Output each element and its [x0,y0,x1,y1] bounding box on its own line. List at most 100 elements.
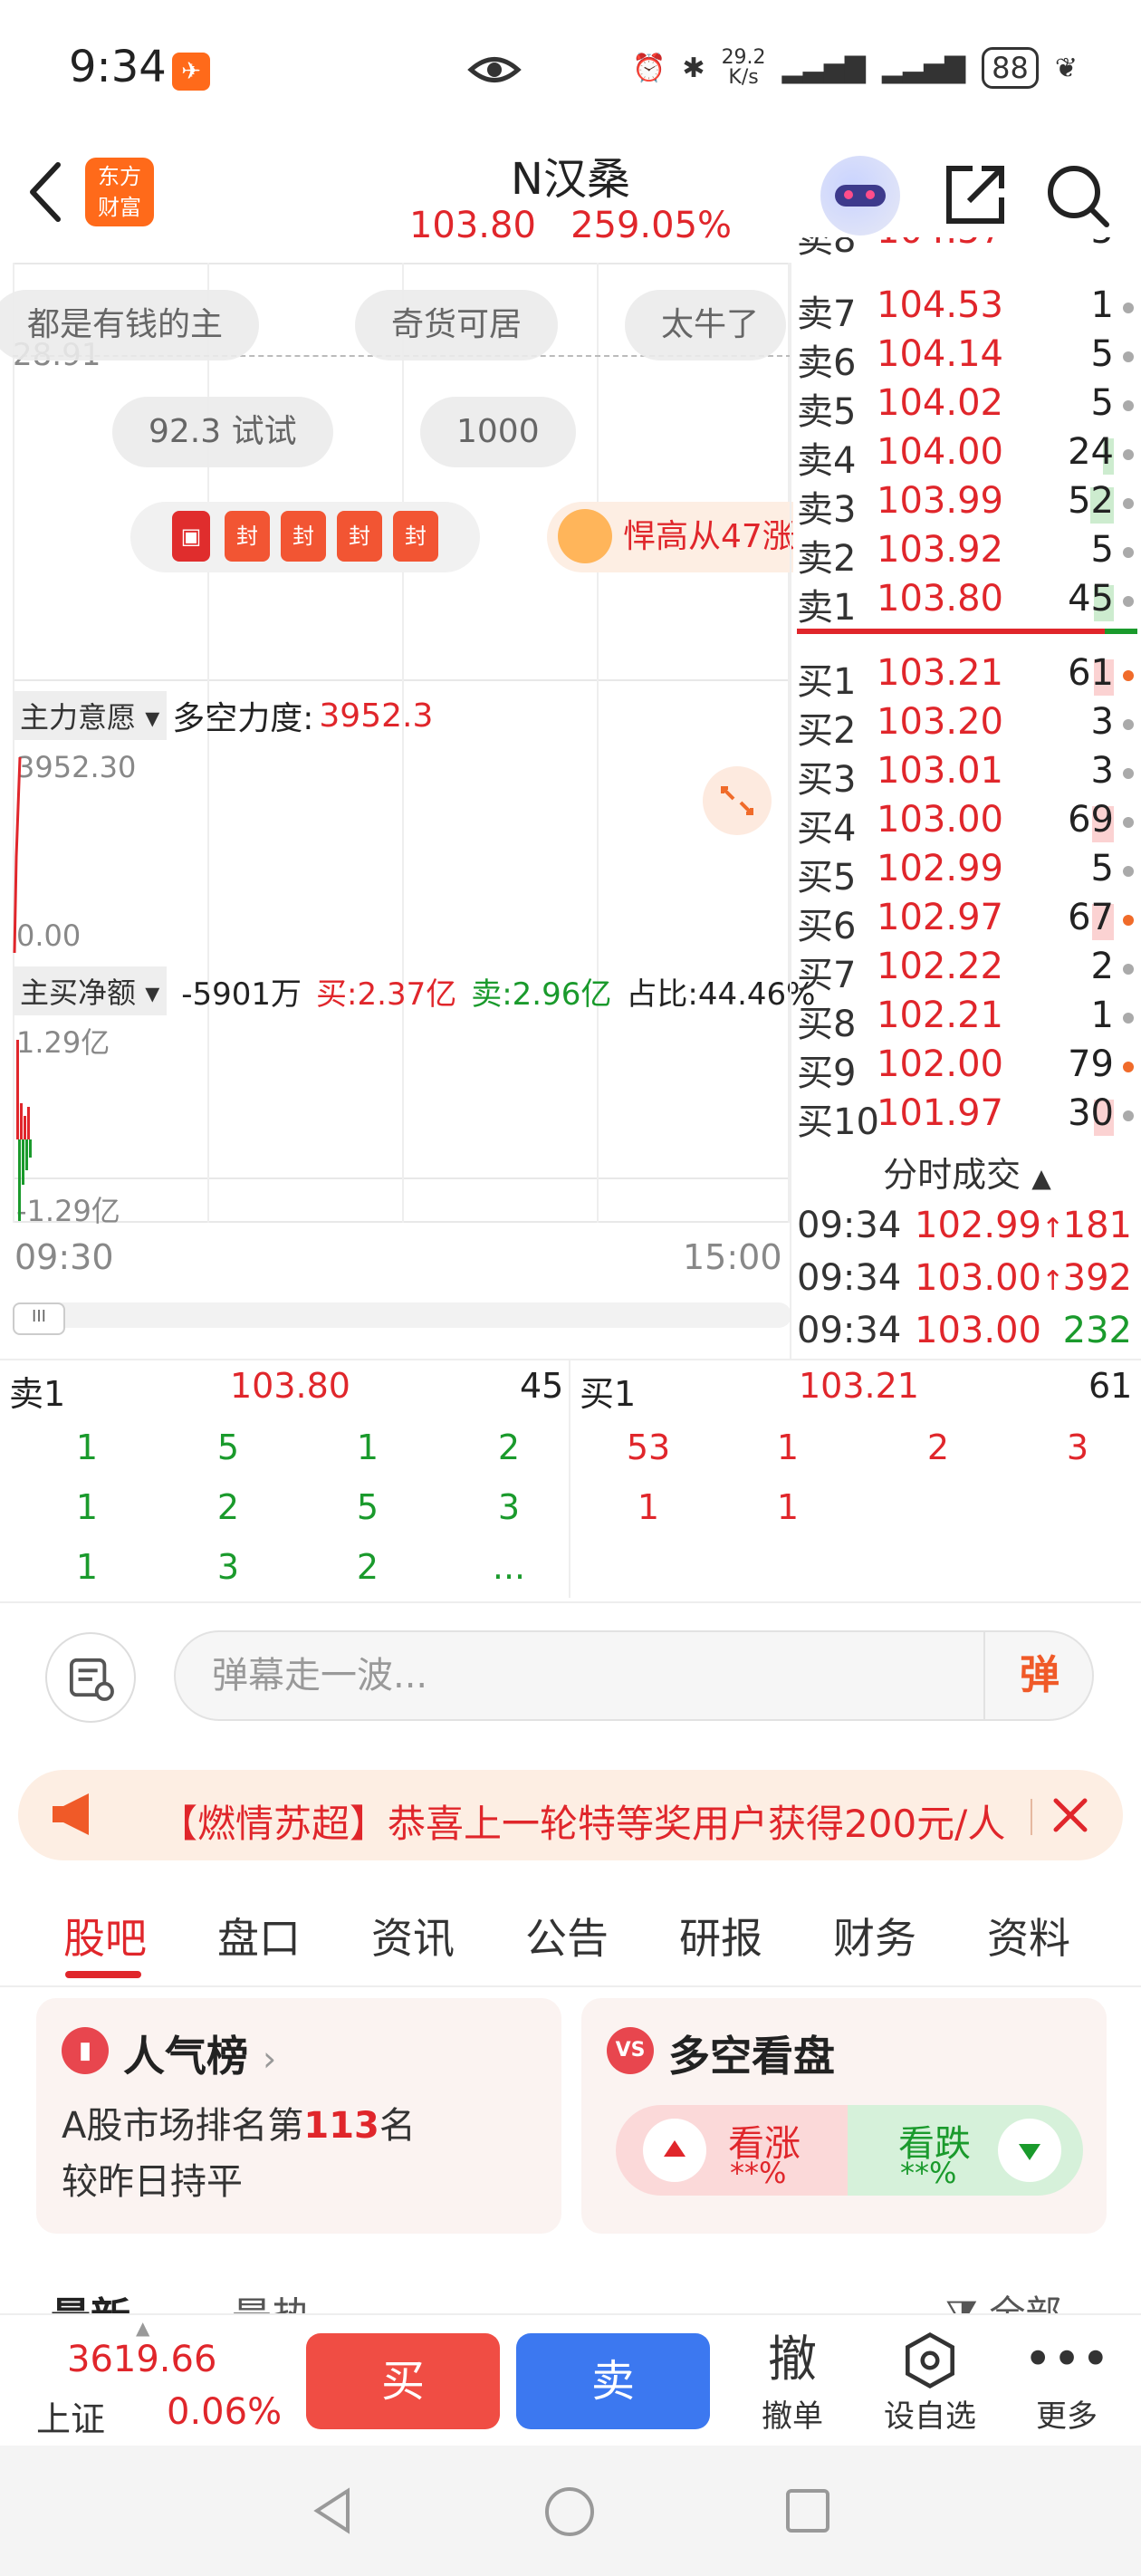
bid-level-label: 买9 [797,1053,857,1094]
indicator1-header: 主力意愿 ▾ 多空力度: 3952.3 [13,690,433,741]
app-logo[interactable]: 东方 财富 [85,158,154,226]
bid-row[interactable]: 买7 102.22 2 [793,946,1141,996]
ask-row[interactable]: 卖4 104.00 24 [793,431,1141,482]
share-icon[interactable] [942,161,1009,228]
bid-row[interactable]: 买2 103.20 3 [793,701,1141,752]
indicator1-dropdown[interactable]: 主力意愿 ▾ [13,691,168,740]
queue-ask-order: 2 [497,1427,521,1467]
ask-row[interactable]: 卖6 104.14 5 [793,333,1141,384]
add-watchlist-label: 设自选 [884,2398,976,2435]
bid-row[interactable]: 买9 102.00 79 [793,1043,1141,1094]
app-notification-icon: ✈ [172,53,210,91]
order-queue [0,1359,1141,1603]
ask-volume: 5 [1090,382,1114,424]
nav-home-icon[interactable] [543,2485,596,2538]
bid-row[interactable]: 买6 102.97 67 [793,897,1141,947]
danmu-input[interactable]: 弹幕走一波... [174,1630,1094,1721]
indicator1-dropdown-label: 主力意愿 [20,700,137,735]
notice-text: 【燃情苏超】恭喜上一轮特等奖用户获得200元/人 [159,1802,1006,1846]
nav-back-icon[interactable] [308,2485,359,2536]
tab-news[interactable]: 资讯 [371,1906,455,1966]
ask-row[interactable]: 卖5 104.02 5 [793,382,1141,433]
tab-finance[interactable]: 财务 [833,1906,916,1966]
leaf-icon: ❦ [1054,52,1078,84]
ask-level-label: 卖5 [797,391,857,433]
fist-icon: 封 [225,511,270,562]
bid-row[interactable]: 买10 101.97 30 [793,1092,1141,1143]
bid-dot-icon [1123,1062,1134,1072]
bid-dot-icon [1123,719,1134,730]
bid-row[interactable]: 买5 102.99 5 [793,848,1141,899]
more-button[interactable]: ••• 更多 [1012,2328,1121,2436]
bid-level-label: 买6 [797,906,857,947]
queue-ask-order: 1 [75,1487,99,1527]
danmu-bubble: 都是有钱的主 [0,290,260,360]
add-watchlist-button[interactable]: 设自选 [871,2328,989,2436]
queue-bid-order: 53 [626,1427,671,1467]
nav-recents-icon[interactable] [784,2487,831,2534]
ask-row[interactable]: 卖2 103.92 5 [793,529,1141,580]
indicator1-label: 多空力度: [172,700,314,737]
ask-row[interactable]: 卖3 103.99 52 [793,480,1141,531]
search-icon[interactable] [1043,161,1112,230]
queue-ask-order: 1 [75,1547,99,1587]
ask-price: 104.00 [877,431,1003,473]
popularity-title-text: 人气榜 [123,2032,248,2081]
indicator2-ratio: 占比:44.46% [626,976,816,1013]
bid-price: 102.21 [877,995,1003,1036]
ask-volume: 1 [1090,284,1114,326]
net-speed-unit: K/s [728,66,759,89]
ask-dot-icon [1123,400,1134,411]
popularity-title: 人气榜 › [123,2023,276,2083]
tab-profile[interactable]: 资料 [987,1906,1070,1966]
bluetooth-icon: ✱ [682,52,705,84]
ticks-header[interactable]: 分时成交 ▲ [793,1147,1141,1197]
ask-row[interactable]: 卖1 103.80 45 [793,578,1141,629]
danmu-toggle-button[interactable] [45,1632,136,1723]
bid-row[interactable]: 买8 102.21 1 [793,995,1141,1045]
chart-scroll-handle[interactable]: III [13,1302,65,1335]
tick-time: 09:34 [797,1257,902,1299]
tick-time: 09:34 [797,1205,902,1246]
logo-text-2: 财富 [98,195,141,220]
redpack-danmu[interactable]: ▣ 封 封 封 封 [130,502,480,572]
index-change: 0.06% [167,2391,283,2433]
back-icon[interactable] [25,159,67,225]
arrow-down-icon [998,2119,1061,2182]
cancel-order-button[interactable]: 撤 撤单 [734,2328,851,2436]
bid-row[interactable]: 买3 103.01 3 [793,750,1141,801]
popularity-card[interactable]: ▮ 人气榜 › A股市场排名第113名 较昨日持平 [36,1998,561,2234]
cow-icon [558,509,612,563]
bid-row[interactable]: 买1 103.21 61 [793,652,1141,703]
vote-down-button[interactable]: 看跌 **% [848,2105,1083,2196]
sell-button[interactable]: 卖 [516,2333,710,2429]
tab-announcements[interactable]: 公告 [525,1906,609,1966]
ai-assistant-icon[interactable] [820,156,900,235]
tab-research[interactable]: 研报 [679,1906,762,1966]
buy-button[interactable]: 买 [306,2333,500,2429]
queue-divider [569,1360,570,1598]
indicator2-bars [16,1040,32,1221]
bid-price: 101.97 [877,1092,1003,1134]
vote-up-button[interactable]: 看涨 **% [616,2105,848,2196]
feed-filter: 最新 最热 ⧩ 全部 [0,2264,1141,2319]
ask-volume: 45 [1068,578,1114,620]
queue-bid-order: 2 [926,1427,950,1467]
bid-dot-icon [1123,670,1134,681]
chart-scrollbar[interactable] [13,1302,791,1328]
danmu-send-button[interactable]: 弹 [983,1632,1094,1719]
ask-row[interactable]: 卖7 104.53 1 [793,284,1141,335]
ask-level-label: 卖1 [797,587,857,629]
tab-pankou[interactable]: 盘口 [217,1906,301,1966]
index-price[interactable]: 3619.66 [67,2339,216,2380]
close-icon[interactable] [1045,1790,1096,1841]
stock-quote: 103.80 259.05% [389,205,752,246]
tick-row: 09:34 103.00 232 [793,1310,1141,1360]
expand-icon[interactable] [703,766,772,835]
indicator2-dropdown[interactable]: 主买净额 ▾ [13,966,168,1015]
tab-active-indicator [65,1971,141,1978]
signal-icon-2: ▂▃▅▇ [881,52,966,84]
tab-guba[interactable]: 股吧 [63,1906,147,1966]
bid-row[interactable]: 买4 103.00 69 [793,799,1141,850]
system-nav-bar [0,2446,1141,2576]
